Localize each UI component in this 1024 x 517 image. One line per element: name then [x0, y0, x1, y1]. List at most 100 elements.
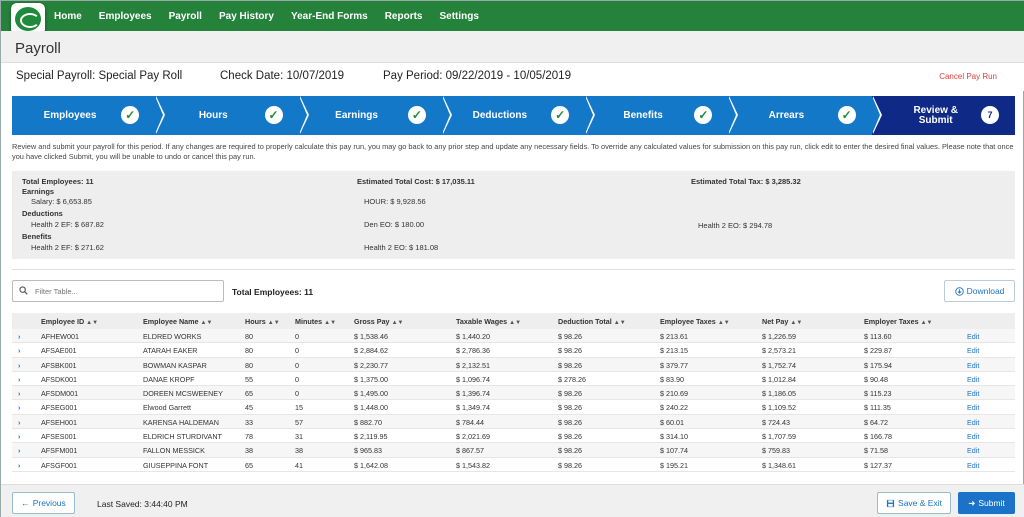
step-label: Employees [43, 110, 97, 121]
expand-chevron-icon[interactable]: › [18, 461, 20, 470]
table-row[interactable]: › AFSDK001 DANAE KROPF 55 0 $ 1,375.00 $ 1,096… [12, 372, 1015, 387]
table-cell: $ 210.69 [660, 389, 688, 399]
filter-table-input[interactable] [35, 284, 215, 298]
table-cell: $ 1,440.20 [456, 332, 490, 341]
cancel-pay-run-link[interactable]: Cancel Pay Run [939, 72, 997, 81]
table-row[interactable]: › AFSEG001 Elwood Garrett 45 15 $ 1,448.00 $ 1… [12, 400, 1015, 415]
table-cell: DANAE KROPF [143, 374, 195, 384]
nav-items: Home Employees Payroll Pay History Year-… [54, 1, 496, 31]
table-row[interactable]: › AFHEW001 ELDRED WORKS 80 0 $ 1,538.46 $ 1,44… [12, 329, 1015, 344]
table-row[interactable]: › AFSFM001 FALLON MESSICK 38 38 $ 965.83 $ 867… [12, 443, 1015, 458]
summary-health2-ef-benefit: Health 2 EF: $ 271.62 [31, 243, 104, 252]
col-employee-name[interactable]: Employee Name ▲▼ [143, 317, 212, 326]
arrow-left-icon: ← [21, 498, 30, 508]
previous-button[interactable]: ← Previous [12, 492, 75, 514]
nav-item-reports[interactable]: Reports [385, 11, 423, 22]
edit-link[interactable]: Edit [967, 461, 979, 470]
table-cell: 0 [295, 389, 299, 399]
divider [12, 269, 1015, 270]
table-row[interactable]: › AFSEH001 KARENSA HALDEMAN 33 57 $ 882.70 $ 7… [12, 414, 1015, 430]
col-employee-id[interactable]: Employee ID ▲▼ [41, 317, 98, 326]
table-row[interactable]: › AFSDM001 DOREEN MCSWEENEY 65 0 $ 1,495.00 $ … [12, 386, 1015, 401]
table-cell: AFSFM001 [41, 446, 78, 456]
edit-link[interactable]: Edit [967, 375, 979, 384]
table-cell: $ 2,573.21 [762, 346, 796, 356]
table-cell: $ 98.26 [558, 346, 582, 356]
edit-link[interactable]: Edit [967, 361, 979, 370]
expand-chevron-icon[interactable]: › [18, 346, 20, 355]
step-review-submit[interactable]: Review & Submit 7 [871, 96, 1015, 135]
table-cell: $ 1,186.05 [762, 389, 796, 399]
check-circle-icon: ✓ [837, 106, 856, 124]
edit-link[interactable]: Edit [967, 332, 979, 341]
table-cell: GIUSEPPINA FONT [143, 460, 209, 470]
nav-item-year-end-forms[interactable]: Year-End Forms [291, 11, 368, 22]
table-header-row: Employee ID ▲▼ Employee Name ▲▼ Hours ▲▼… [12, 313, 1015, 329]
edit-link[interactable]: Edit [967, 346, 979, 355]
edit-link[interactable]: Edit [967, 446, 979, 455]
table-cell: $ 1,448.00 [354, 403, 388, 413]
save-exit-button[interactable]: Save & Exit [877, 492, 951, 514]
table-cell: $ 98.26 [558, 460, 582, 470]
col-employer-taxes[interactable]: Employer Taxes ▲▼ [864, 317, 933, 326]
table-cell: AFSDK001 [41, 374, 77, 384]
table-row[interactable]: › AFSGF001 GIUSEPPINA FONT 65 41 $ 1,642.08 $ … [12, 458, 1015, 472]
nav-item-employees[interactable]: Employees [99, 11, 152, 22]
nav-item-pay-history[interactable]: Pay History [219, 11, 274, 22]
col-deduction-total[interactable]: Deduction Total ▲▼ [558, 317, 626, 326]
sort-icon: ▲▼ [200, 320, 213, 326]
expand-chevron-icon[interactable]: › [18, 418, 20, 427]
table-cell: $ 166.78 [864, 432, 892, 442]
submit-button[interactable]: ➜ Submit [958, 492, 1015, 514]
previous-label: Previous [32, 498, 66, 508]
table-cell: $ 1,096.74 [456, 374, 490, 384]
edit-link[interactable]: Edit [967, 418, 979, 427]
expand-chevron-icon[interactable]: › [18, 446, 20, 455]
col-hours[interactable]: Hours ▲▼ [245, 317, 280, 326]
sort-icon: ▲▼ [613, 320, 626, 326]
edit-link[interactable]: Edit [967, 389, 979, 398]
step-earnings[interactable]: Earnings ✓ [298, 96, 452, 135]
table-cell: $ 2,786.36 [456, 346, 490, 356]
last-saved: Last Saved: 3:44:40 PM [97, 499, 188, 509]
table-cell: $ 2,132.51 [456, 360, 490, 370]
wizard-stepper: Employees ✓ Hours ✓ Earnings ✓ Deduction… [12, 96, 1015, 135]
col-gross-pay[interactable]: Gross Pay ▲▼ [354, 317, 403, 326]
expand-chevron-icon[interactable]: › [18, 389, 20, 398]
step-deductions[interactable]: Deductions ✓ [441, 96, 596, 135]
step-arrears[interactable]: Arrears ✓ [728, 96, 882, 135]
table-cell: $ 724.43 [762, 417, 790, 427]
table-cell: $ 278.26 [558, 374, 586, 384]
edit-link[interactable]: Edit [967, 432, 979, 441]
edit-link[interactable]: Edit [967, 403, 979, 412]
table-cell: $ 71.58 [864, 446, 888, 456]
table-cell: $ 115.23 [864, 389, 892, 399]
nav-item-settings[interactable]: Settings [440, 11, 479, 22]
table-cell: 45 [245, 403, 253, 413]
download-button[interactable]: Download [944, 280, 1015, 302]
nav-item-payroll[interactable]: Payroll [169, 11, 202, 22]
table-row[interactable]: › AFSES001 ELDRICH STURDIVANT 78 31 $ 2,119.9… [12, 429, 1015, 444]
table-row[interactable]: › AFSAE001 ATARAH EAKER 80 0 $ 2,884.62 $ 2,78… [12, 343, 1015, 358]
expand-chevron-icon[interactable]: › [18, 403, 20, 412]
summary-health2-ef-deduction: Health 2 EF: $ 687.82 [31, 220, 104, 229]
expand-chevron-icon[interactable]: › [18, 375, 20, 384]
expand-chevron-icon[interactable]: › [18, 361, 20, 370]
table-cell: $ 213.61 [660, 332, 688, 341]
expand-chevron-icon[interactable]: › [18, 432, 20, 441]
nav-item-home[interactable]: Home [54, 11, 82, 22]
col-net-pay[interactable]: Net Pay ▲▼ [762, 317, 802, 326]
step-benefits[interactable]: Benefits ✓ [585, 96, 739, 135]
summary-earnings-heading: Earnings [22, 187, 55, 196]
step-employees[interactable]: Employees ✓ [12, 96, 166, 135]
table-cell: 0 [295, 346, 299, 356]
summary-total-tax: Estimated Total Tax: $ 3,285.32 [691, 177, 801, 186]
col-minutes[interactable]: Minutes ▲▼ [295, 317, 336, 326]
step-hours[interactable]: Hours ✓ [155, 96, 309, 135]
table-cell: $ 2,021.69 [456, 432, 490, 442]
expand-chevron-icon[interactable]: › [18, 332, 20, 341]
col-taxable-wages[interactable]: Taxable Wages ▲▼ [456, 317, 521, 326]
table-row[interactable]: › AFSBK001 BOWMAN KASPAR 80 0 $ 2,230.77 $ 2,1… [12, 357, 1015, 372]
col-employee-taxes[interactable]: Employee Taxes ▲▼ [660, 317, 730, 326]
sort-icon: ▲▼ [267, 320, 280, 326]
